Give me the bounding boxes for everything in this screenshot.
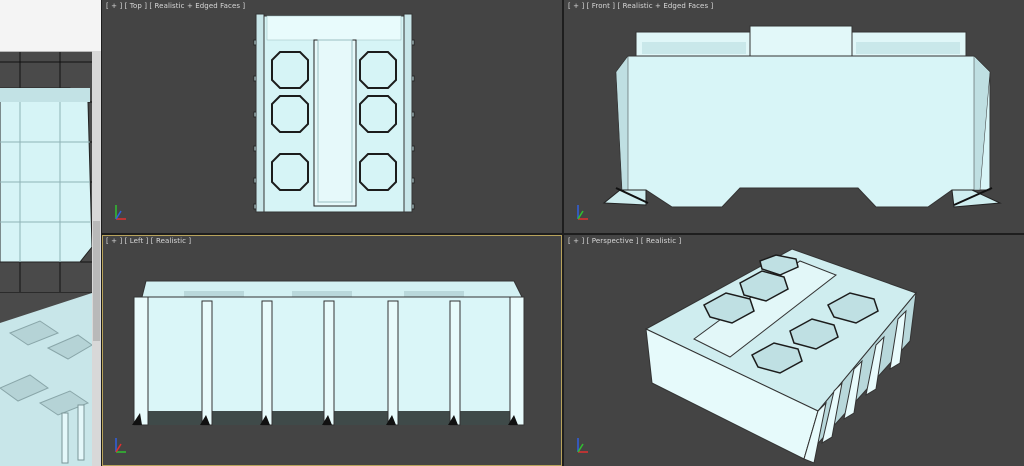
partial-viewport-upper[interactable] (0, 52, 93, 292)
top-view-model (115, 13, 415, 220)
scrollbar-thumb[interactable] (93, 221, 100, 341)
scrollbar[interactable] (92, 51, 101, 466)
viewport-perspective[interactable]: [ + ] [ Perspective ] [ Realistic ] (564, 235, 1024, 466)
white-panel (0, 0, 101, 52)
partial-viewport-lower[interactable] (0, 293, 93, 466)
viewport-top[interactable]: [ + ] [ Top ] [ Realistic + Edged Faces … (102, 0, 562, 233)
axis-gizmo-icon (115, 205, 126, 220)
viewport-left[interactable]: [ + ] [ Left ] [ Realistic ] (102, 235, 562, 466)
axis-gizmo-icon (577, 438, 588, 453)
axis-gizmo-icon (115, 438, 126, 453)
left-view-model (115, 280, 525, 453)
perspective-view-model (577, 248, 917, 464)
left-panel-strip (0, 0, 101, 466)
viewport-front[interactable]: [ + ] [ Front ] [ Realistic + Edged Face… (564, 0, 1024, 233)
front-view-model (577, 25, 1002, 220)
axis-gizmo-icon (577, 205, 588, 220)
partial-front-view (0, 52, 93, 292)
partial-perspective-view (0, 293, 93, 466)
